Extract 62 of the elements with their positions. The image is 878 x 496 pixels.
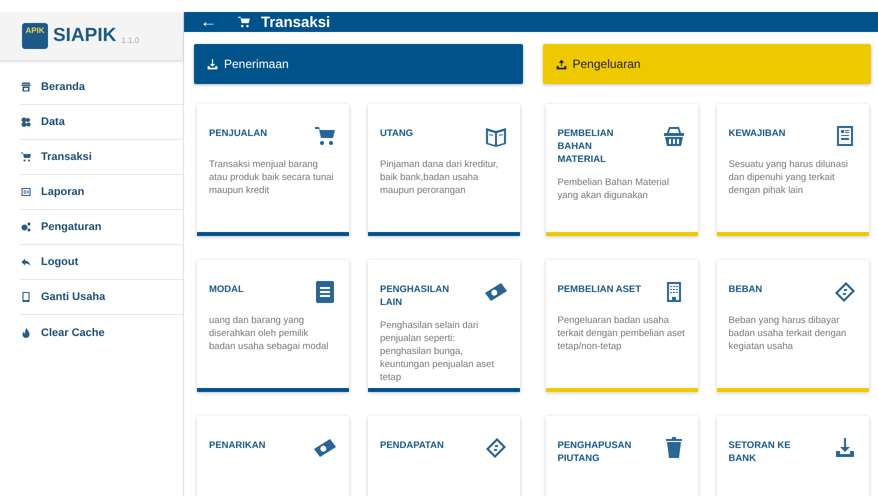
cart-icon <box>237 15 251 29</box>
card-title: UTANG <box>380 127 414 140</box>
reply-arrow-icon <box>20 256 32 268</box>
card-description: Penghasilan selain dari penjualan seperti: penghasilan bunga, keuntungan penjualan aset tetap <box>380 319 496 384</box>
card-title: PENDAPATAN <box>380 439 445 452</box>
transaction-card[interactable]: PENJUALAN Transaksi menjual barang atau produk baik secara tunai maupun kredit <box>197 104 349 236</box>
card-title: SETORAN KE BANK <box>728 439 792 465</box>
transaction-card[interactable]: KEWAJIBAN Sesuatu yang harus dilunasi dan dipenuhi yang terkait dengan pihak lain <box>716 104 868 236</box>
card-description: Pembelian Bahan Material yang akan digunakan <box>558 176 670 202</box>
list-icon <box>313 280 337 304</box>
transaction-card[interactable]: UTANG Pinjaman dana dari kreditur, baik bank,badan usaha maupun perorangan <box>368 104 520 236</box>
transaction-card[interactable]: PEMBELIAN BAHAN MATERIAL Pembelian Bahan Material yang akan digunakan <box>546 104 698 236</box>
transaction-card[interactable]: MODAL uang dan barang yang diserahkan oleh pemilik badan usaha sebagai modal <box>197 260 349 392</box>
card-description: uang dan barang yang diserahkan oleh pemilik badan usaha sebagai modal <box>209 314 330 353</box>
card-title: MODAL <box>209 283 245 296</box>
card-title: KEWAJIBAN <box>728 127 787 140</box>
sidebar-item[interactable]: Pengaturan <box>20 210 183 245</box>
app-version: 1.1.0 <box>121 36 140 44</box>
sidebar-item[interactable]: Laporan <box>20 175 183 210</box>
card-title: PENGHAPUSAN PIUTANG <box>558 439 632 465</box>
card-title: PENJUALAN <box>209 127 268 140</box>
banknote-icon <box>484 280 508 304</box>
transaction-card[interactable]: PENARIKAN <box>197 416 349 496</box>
section-header[interactable]: Penerimaan <box>194 44 522 84</box>
sidebar-item[interactable]: Data <box>20 105 183 140</box>
sidebar-item[interactable]: Clear Cache <box>20 315 183 350</box>
banknote-icon <box>313 436 337 460</box>
transaction-card[interactable]: SETORAN KE BANK <box>716 416 868 496</box>
flame-icon <box>20 326 32 338</box>
back-button[interactable]: ← <box>196 12 221 32</box>
card-title: PENARIKAN <box>209 439 266 452</box>
cart-icon <box>313 124 337 148</box>
card-description: Beban yang harus dibayar badan usaha terkait dengan kegiatan usaha <box>728 314 848 353</box>
transaction-card[interactable]: BEBAN Beban yang harus dibayar badan usaha terkait dengan kegiatan usaha <box>716 260 868 392</box>
cart-icon <box>20 151 32 163</box>
sidebar-item[interactable]: Ganti Usaha <box>20 280 183 315</box>
app-name: SIAPIK <box>53 25 116 47</box>
sidebar-item[interactable]: Transaksi <box>20 140 183 175</box>
card-description: Pengeluaran badan usaha terkait dengan pembelian aset tetap/non-tetap <box>558 314 686 353</box>
transaction-card[interactable]: PEMBELIAN ASET Pengeluaran badan usaha terkait dengan pembelian aset tetap/non-tetap <box>546 260 698 392</box>
sidebar-item[interactable]: Logout <box>20 245 183 280</box>
phone-icon <box>20 291 32 303</box>
sidebar-item[interactable]: Beranda <box>20 70 183 105</box>
card-title: PEMBELIAN BAHAN MATERIAL <box>558 127 614 166</box>
transaction-card[interactable]: PENGHASILAN LAIN Penghasilan selain dari penjualan seperti: penghasilan bunga, keuntungan penjualan aset tetap <box>368 260 520 392</box>
app-logo: APIK <box>22 23 48 49</box>
section-header[interactable]: Pengeluaran <box>542 44 871 84</box>
card-description: Pinjaman dana dari kreditur, baik bank,badan usaha maupun perorangan <box>380 158 500 197</box>
download-icon <box>206 58 219 70</box>
page-title: Transaksi <box>261 14 330 30</box>
report-icon <box>20 186 32 198</box>
store-icon <box>20 81 32 93</box>
basket-icon <box>662 124 686 148</box>
card-title: PEMBELIAN ASET <box>558 283 642 296</box>
upload-icon <box>554 58 568 70</box>
people-icon <box>20 116 32 128</box>
card-title: BEBAN <box>728 283 764 296</box>
card-description: Sesuatu yang harus dilunasi dan dipenuhi yang terkait dengan pihak lain <box>728 158 849 197</box>
transaction-card[interactable]: PENDAPATAN <box>368 416 520 496</box>
transaction-card[interactable]: PENGHAPUSAN PIUTANG <box>546 416 698 496</box>
card-title: PENGHASILAN LAIN <box>380 283 450 309</box>
card-description: Transaksi menjual barang atau produk baik secara tunai maupun kredit <box>209 158 335 197</box>
